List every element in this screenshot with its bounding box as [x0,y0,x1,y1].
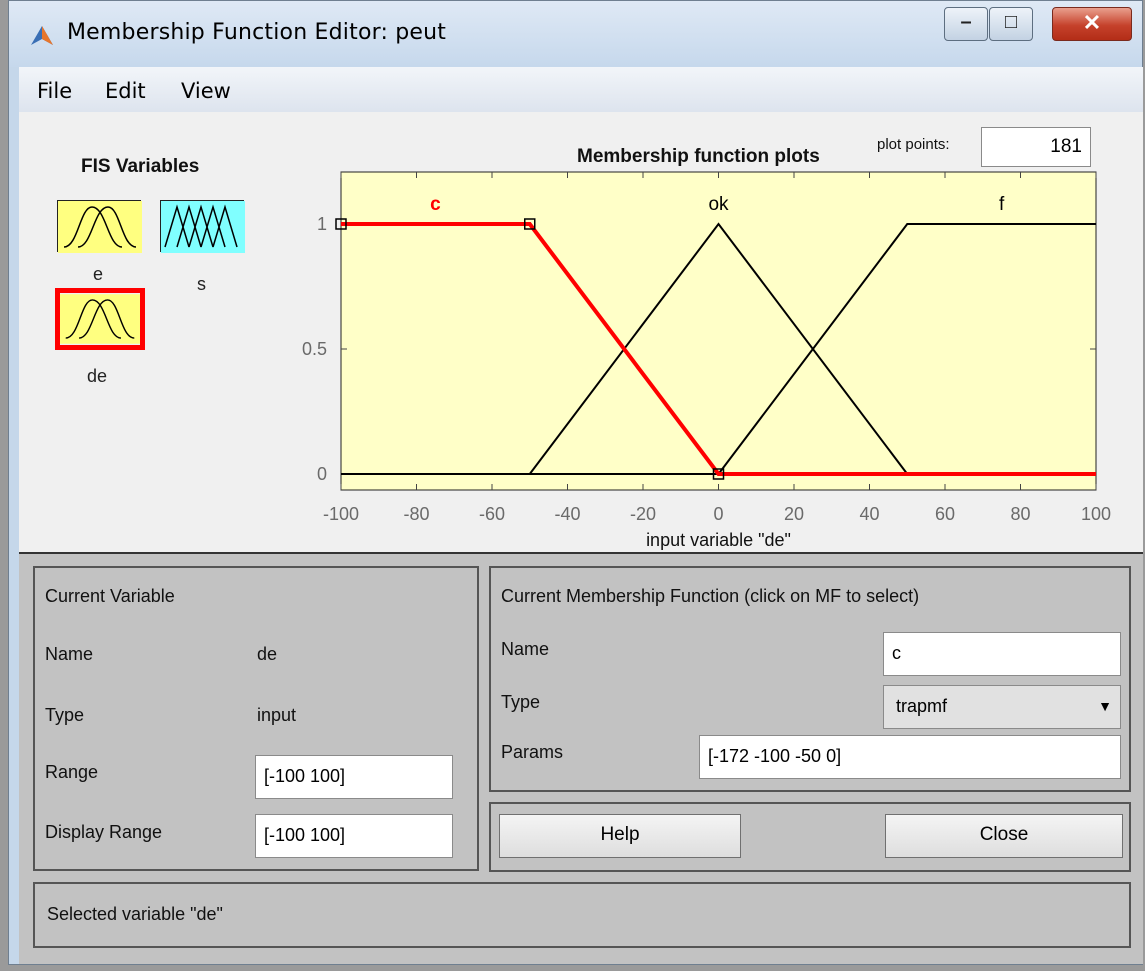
matlab-icon [31,26,53,45]
close-icon: ✕ [1082,10,1102,35]
y-tick-label: 0.5 [302,339,327,359]
x-tick-label: 60 [935,504,955,524]
x-axis-label: input variable "de" [646,530,791,550]
display-range-label: Display Range [45,822,163,842]
close-button[interactable]: Close [885,814,1123,858]
x-tick-label: 100 [1081,504,1111,524]
status-panel: Selected variable "de" [33,882,1131,948]
variable-name-label: Name [45,644,94,664]
window-title: Membership Function Editor: peut [67,20,447,45]
membership-function-plot[interactable]: -100 -80 -60 -40 -20 0 20 40 60 80 100 0 0.5 1 input v… [19,112,1143,552]
current-mf-title: Current Membership Function (click on MF… [501,586,920,606]
x-tick-label: 20 [784,504,804,524]
variable-name-value: de [257,644,278,664]
plot-area [340,171,1097,491]
editor-client-area: FIS Variables e s de Membership function… [19,112,1143,964]
current-mf-panel: Current Membership Function (click on MF… [489,566,1131,792]
x-tick-label: 40 [859,504,879,524]
variable-type-label: Type [45,705,85,725]
x-tick-label: -20 [630,504,656,524]
x-tick-label: 0 [713,504,723,524]
display-range-input[interactable]: [-100 100] [255,814,453,858]
mf-name-label: Name [501,639,550,659]
menu-view[interactable]: View [181,79,231,103]
title-bar[interactable]: Membership Function Editor: peut – □ ✕ [9,1,1142,67]
mf-name-input[interactable]: c [883,632,1121,676]
x-tick-label: -80 [403,504,429,524]
range-label: Range [45,762,99,782]
chevron-down-icon[interactable]: ▼ [1090,686,1120,728]
mf-label-ok: ok [708,194,729,215]
menu-file[interactable]: File [37,79,72,103]
mf-params-label: Params [501,742,564,762]
current-variable-panel: Current Variable Name de Type input Rang… [33,566,479,871]
buttons-panel: Help Close [489,802,1131,872]
membership-function-editor-window: Membership Function Editor: peut – □ ✕ F… [8,0,1143,965]
y-tick-label: 0 [317,464,327,484]
status-text: Selected variable "de" [47,904,223,924]
minimize-button[interactable]: – [944,7,988,41]
y-tick-label: 1 [317,214,327,234]
x-tick-label: -60 [479,504,505,524]
x-tick-label: -40 [554,504,580,524]
minimize-icon: – [960,11,972,33]
close-window-button[interactable]: ✕ [1052,7,1132,41]
maximize-button[interactable]: □ [989,7,1033,41]
mf-params-input[interactable]: [-172 -100 -50 0] [699,735,1121,779]
current-variable-title: Current Variable [45,586,175,606]
x-tick-label: 80 [1010,504,1030,524]
mf-type-label: Type [501,692,541,712]
range-input[interactable]: [-100 100] [255,755,453,799]
menu-bar: File Edit View [19,67,1143,113]
mf-type-select[interactable]: trapmf ▼ [883,685,1121,729]
variable-type-value: input [257,705,297,725]
mf-label-f: f [999,194,1005,215]
help-button[interactable]: Help [499,814,741,858]
mf-type-value: trapmf [896,696,948,716]
menu-edit[interactable]: Edit [105,79,146,103]
mf-label-c: c [430,194,441,215]
maximize-icon: □ [1004,11,1018,33]
bottom-panel: Current Variable Name de Type input Rang… [19,552,1143,964]
x-tick-label: -100 [323,504,359,524]
